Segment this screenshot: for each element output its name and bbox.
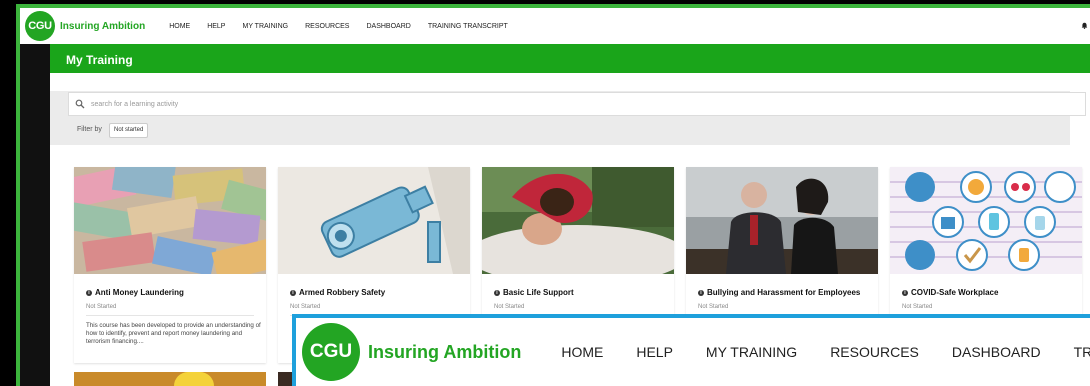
brand-name: Insuring Ambition (60, 20, 146, 32)
info-icon: i (494, 289, 500, 296)
nav-resources[interactable]: RESOURCES (305, 23, 349, 30)
course-title[interactable]: Anti Money Laundering (95, 288, 184, 297)
nav-help[interactable]: HELP (207, 23, 225, 30)
banknotes-image (74, 167, 266, 274)
course-card[interactable]: i Anti Money Laundering Not Started This… (74, 167, 266, 363)
cpr-image (482, 167, 674, 274)
nav-my-training[interactable]: MY TRAINING (242, 23, 288, 30)
course-status: Not Started (698, 304, 729, 310)
filter-dropdown[interactable]: Not started (109, 123, 149, 138)
cgu-logo[interactable]: CGU (25, 11, 55, 41)
course-title[interactable]: Armed Robbery Safety (299, 288, 385, 297)
course-title[interactable]: Bullying and Harassment for Employees (707, 288, 860, 297)
info-icon: i (86, 289, 92, 296)
course-title[interactable]: COVID-Safe Workplace (911, 288, 998, 297)
zoom-nav-my-training: MY TRAINING (705, 344, 798, 360)
course-card-image-partial (74, 372, 266, 386)
nav-dashboard[interactable]: DASHBOARD (366, 23, 410, 30)
zoom-nav-help: HELP (636, 344, 673, 360)
covid-icons-image (890, 167, 1082, 274)
info-icon: i (290, 289, 296, 296)
page-title: My Training (66, 53, 133, 67)
info-icon: i (902, 289, 908, 296)
course-status: Not Started (902, 304, 933, 310)
page-banner: My Training (50, 44, 1090, 73)
search-input[interactable]: search for a learning activity (68, 92, 1086, 116)
course-status: Not Started (290, 304, 321, 310)
top-nav: CGU Insuring Ambition HOME HELP MY TRAIN… (20, 8, 1090, 44)
nav-home[interactable]: HOME (169, 23, 190, 30)
course-description: This course has been developed to provid… (86, 322, 261, 345)
zoom-nav-home: HOME (561, 344, 604, 360)
zoom-brand-name: Insuring Ambition (368, 341, 522, 362)
search-icon (75, 99, 85, 109)
info-icon: i (698, 289, 704, 296)
zoom-nav-dashboard: DASHBOARD (951, 344, 1041, 360)
course-status: Not Started (494, 304, 525, 310)
search-placeholder: search for a learning activity (91, 100, 179, 108)
card-divider (86, 315, 254, 316)
bell-icon[interactable] (1081, 22, 1088, 29)
zoom-nav-resources: RESOURCES (830, 344, 919, 360)
zoom-cgu-logo: CGU (302, 323, 360, 381)
filter-label: Filter by (77, 126, 102, 133)
course-title[interactable]: Basic Life Support (503, 288, 574, 297)
office-meeting-image (686, 167, 878, 274)
zoom-nav-training: TRAINING (1073, 344, 1090, 360)
cctv-camera-image (278, 167, 470, 274)
nav-training-transcript[interactable]: TRAINING TRANSCRIPT (428, 23, 508, 30)
zoom-callout-nav: CGU Insuring Ambition HOME HELP MY TRAIN… (296, 318, 1090, 386)
course-status: Not Started (86, 304, 117, 310)
left-bar (20, 44, 50, 386)
